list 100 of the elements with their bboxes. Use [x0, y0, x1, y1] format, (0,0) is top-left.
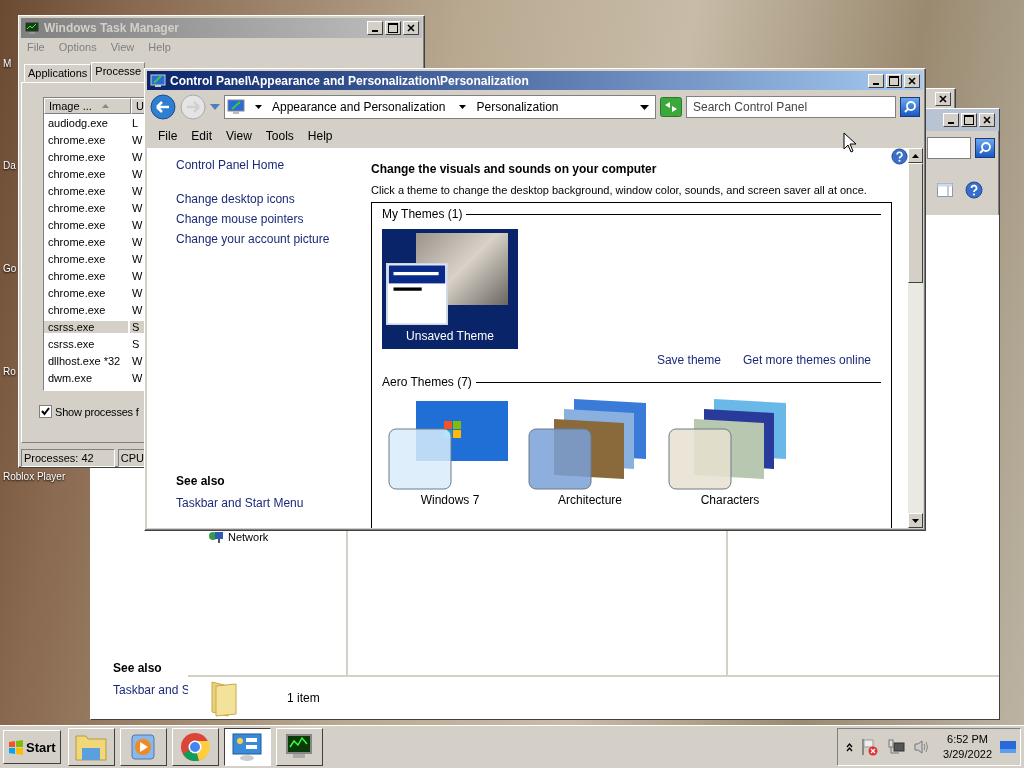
theme-link[interactable]: Save theme — [656, 353, 721, 367]
process-name[interactable]: chrome.exe — [44, 269, 128, 282]
desktop-icon-label[interactable]: Ro — [3, 366, 16, 377]
scroll-up-icon[interactable] — [912, 153, 919, 158]
desktop-icon-label[interactable]: M — [3, 58, 12, 69]
window-title: Control Panel\Appearance and Personalization\Personalization — [170, 73, 529, 88]
see-also-heading: See also — [176, 474, 226, 488]
clock-time[interactable]: 6:52 PM — [947, 732, 988, 747]
table-cell-text: S — [131, 337, 141, 350]
theme-tile[interactable]: Windows 7 — [382, 397, 518, 513]
theme-tile[interactable]: Characters — [662, 397, 798, 513]
chevron-up-icon[interactable] — [846, 742, 854, 752]
process-name[interactable]: chrome.exe — [44, 218, 128, 231]
table-cell-text: W — [131, 371, 144, 384]
desktop-icon-label[interactable]: Da — [3, 160, 16, 171]
minimize-button[interactable] — [943, 113, 959, 127]
flag-icon[interactable] — [861, 738, 880, 756]
tab[interactable]: Processe — [91, 62, 146, 82]
process-name[interactable]: chrome.exe — [44, 303, 128, 316]
process-name[interactable]: csrss.exe — [44, 337, 128, 350]
theme-link[interactable]: Get more themes online — [742, 353, 871, 367]
search-field[interactable]: Search Control Panel — [686, 96, 896, 118]
maximize-button[interactable] — [961, 113, 977, 127]
menu-item[interactable]: Help — [300, 129, 340, 143]
maximize-button[interactable] — [385, 21, 401, 35]
browser-icon — [180, 732, 211, 762]
process-name[interactable]: dllhost.exe *32 — [44, 354, 128, 367]
search-icon — [978, 141, 992, 155]
window-preview-drawing — [386, 263, 448, 325]
minimize-button[interactable] — [868, 73, 884, 88]
checkbox[interactable] — [39, 405, 52, 418]
table-cell-text: W — [131, 167, 144, 180]
monitor-icon — [24, 21, 40, 35]
breadcrumb[interactable]: Appearance and Personalization — [272, 100, 446, 114]
start-button[interactable]: Start — [3, 730, 61, 764]
process-name[interactable]: chrome.exe — [44, 235, 128, 248]
preview-pane-icon[interactable] — [937, 183, 953, 197]
clock-date[interactable]: 3/29/2022 — [943, 747, 992, 762]
process-name[interactable]: chrome.exe — [44, 201, 128, 214]
item-count: 1 item — [287, 691, 320, 705]
desktop-icon-label[interactable]: Go — [3, 263, 17, 274]
maximize-button[interactable] — [886, 73, 902, 88]
theme-name: Windows 7 — [420, 492, 480, 509]
search-button[interactable] — [900, 97, 920, 117]
group-heading: Aero Themes (7) — [382, 375, 472, 389]
menu-item[interactable]: Tools — [258, 129, 301, 143]
process-name[interactable]: dwm.exe — [44, 371, 128, 384]
scrollbar[interactable] — [908, 148, 923, 528]
close-button[interactable] — [403, 21, 419, 35]
nav-item-label[interactable]: Network — [228, 531, 269, 543]
process-name[interactable]: audiodg.exe — [44, 116, 128, 129]
process-name[interactable]: chrome.exe — [44, 184, 128, 197]
table-cell-text: W — [131, 218, 144, 231]
help-icon[interactable] — [965, 181, 983, 199]
menu-item[interactable]: View — [219, 129, 259, 143]
taskbar-link[interactable]: Taskbar and Start Menu — [176, 496, 361, 510]
close-button[interactable] — [979, 113, 995, 127]
process-name[interactable]: csrss.exe — [44, 320, 128, 333]
scroll-down-icon[interactable] — [912, 518, 919, 523]
breadcrumb[interactable]: Personalization — [476, 100, 559, 114]
table-cell-text: W — [131, 286, 144, 299]
task-link[interactable]: Change mouse pointers — [176, 212, 361, 226]
desktop-icon-label[interactable]: Roblox Player — [3, 471, 66, 482]
process-name[interactable]: chrome.exe — [44, 150, 128, 163]
monitor-icon — [150, 73, 166, 88]
task-link[interactable]: Change desktop icons — [176, 192, 361, 206]
task-link[interactable]: Change your account picture — [176, 232, 361, 246]
table-cell-text: W — [131, 235, 144, 248]
tab[interactable]: Applications — [24, 64, 92, 82]
close-icon — [407, 24, 415, 32]
refresh-button[interactable] — [660, 97, 682, 117]
column-header[interactable]: Image ... — [44, 98, 131, 114]
taskbar-button[interactable] — [223, 728, 271, 766]
start-logo-icon — [8, 739, 24, 755]
table-cell-text: W — [131, 269, 144, 282]
search-field[interactable] — [927, 137, 971, 159]
menu-item[interactable]: File — [151, 129, 185, 143]
process-count: Processes: 42 — [21, 449, 115, 467]
back-button[interactable] — [150, 94, 176, 120]
theme-tile[interactable]: Architecture — [522, 397, 658, 513]
table-cell-text: W — [131, 303, 144, 316]
menu-item[interactable]: Edit — [184, 129, 220, 143]
close-button[interactable] — [904, 73, 920, 88]
see-also-heading: See also — [113, 661, 163, 675]
theme-tile[interactable]: Unsaved Theme — [382, 229, 518, 349]
process-name[interactable]: chrome.exe — [44, 286, 128, 299]
network-icon — [208, 530, 224, 544]
task-link[interactable]: Control Panel Home — [176, 158, 361, 172]
process-name[interactable]: chrome.exe — [44, 252, 128, 265]
minimize-button[interactable] — [367, 21, 383, 35]
process-name[interactable]: chrome.exe — [44, 167, 128, 180]
table-cell-text: W — [131, 133, 144, 146]
network-icon[interactable] — [887, 739, 906, 755]
address-bar[interactable]: Appearance and Personalization Personalization — [224, 95, 656, 119]
help-icon[interactable] — [891, 148, 908, 165]
process-name[interactable]: chrome.exe — [44, 133, 128, 146]
search-button[interactable] — [975, 138, 995, 158]
sort-arrow-icon — [101, 104, 109, 108]
close-button[interactable] — [935, 92, 951, 106]
checkbox-label[interactable]: Show processes f — [55, 405, 139, 418]
